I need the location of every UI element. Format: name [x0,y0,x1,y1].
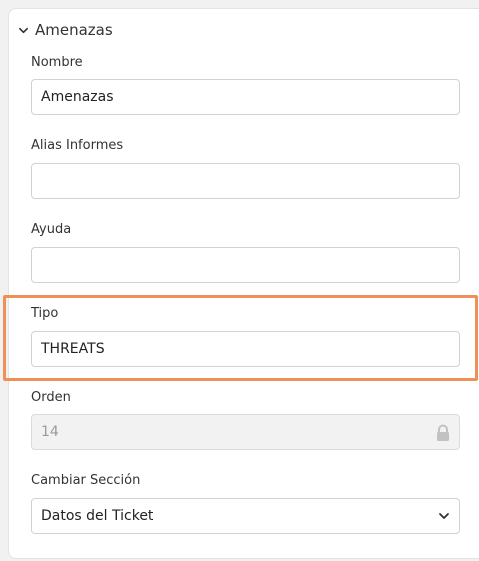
chevron-down-icon [439,513,449,519]
cambiar-seccion-select[interactable]: Datos del Ticket [31,498,460,534]
ayuda-label: Ayuda [31,222,72,237]
cambiar-seccion-value: Datos del Ticket [41,508,154,524]
section-title: Amenazas [35,21,113,39]
chevron-down-icon [19,27,28,33]
nombre-input[interactable] [31,79,460,115]
ayuda-input[interactable] [31,247,460,283]
alias-informes-label: Alias Informes [31,138,124,153]
alias-informes-input[interactable] [31,163,460,199]
orden-label: Orden [31,390,71,405]
nombre-label: Nombre [31,55,83,70]
cambiar-seccion-label: Cambiar Sección [31,473,141,488]
tipo-label: Tipo [31,306,59,321]
tipo-input[interactable] [31,331,460,367]
lock-icon [437,424,449,441]
orden-input [31,414,460,450]
section-toggle[interactable]: Amenazas [18,21,113,39]
